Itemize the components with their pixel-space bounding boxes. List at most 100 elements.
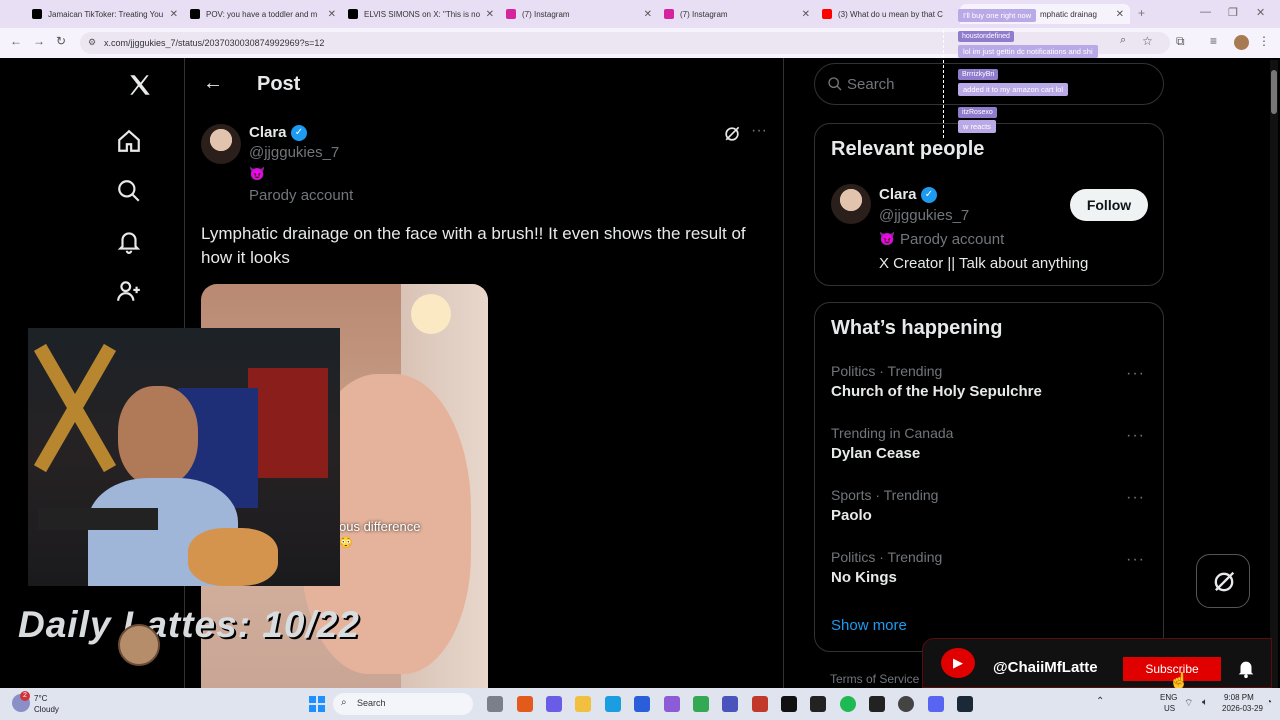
- windows-start-icon[interactable]: [309, 696, 325, 712]
- bookmark-star-icon[interactable]: ☆: [1142, 34, 1153, 48]
- clock-time[interactable]: 9:08 PM: [1224, 693, 1254, 702]
- browser-tab[interactable]: (3) What do u mean by that C: [816, 4, 956, 24]
- lamp-shape: [411, 294, 451, 334]
- trend-item[interactable]: Trending in Canada Dylan Cease: [831, 425, 1151, 462]
- app-icon[interactable]: [664, 696, 680, 712]
- card-title: Relevant people: [831, 138, 985, 160]
- browser-tab[interactable]: ELVIS SIMONS on X: "This is no ✕: [342, 4, 500, 24]
- steam-icon[interactable]: [957, 696, 973, 712]
- latte-logo-icon: [118, 624, 160, 666]
- discord-icon[interactable]: [928, 696, 944, 712]
- brave-icon[interactable]: [517, 696, 533, 712]
- zoom-icon[interactable]: ⌕: [1120, 34, 1126, 47]
- edge-icon[interactable]: [605, 696, 621, 712]
- close-icon[interactable]: ✕: [328, 9, 336, 20]
- home-icon[interactable]: [116, 128, 142, 154]
- app-icon[interactable]: [752, 696, 768, 712]
- browser-tab[interactable]: Jamaican TikToker: Treating You ✕: [26, 4, 184, 24]
- person-bio: X Creator || Talk about anything: [879, 255, 1089, 272]
- scrollbar-thumb[interactable]: [1271, 70, 1277, 114]
- notifications-icon[interactable]: [116, 228, 142, 254]
- grok-floating-button[interactable]: [1196, 554, 1250, 608]
- language-top[interactable]: ENG: [1160, 693, 1177, 702]
- chrome-icon[interactable]: [693, 696, 709, 712]
- more-options-icon[interactable]: ···: [1126, 489, 1145, 507]
- new-tab-button[interactable]: +: [1138, 6, 1145, 20]
- menu-lines-icon[interactable]: ≡: [1210, 34, 1217, 48]
- close-icon[interactable]: ✕: [486, 9, 494, 20]
- bell-icon[interactable]: [1235, 657, 1257, 679]
- chevron-up-icon[interactable]: ⌃: [1096, 696, 1104, 707]
- terms-link[interactable]: Terms of Service: [830, 672, 919, 686]
- clock-date[interactable]: 2026-03-29: [1222, 704, 1263, 713]
- avatar[interactable]: [201, 124, 241, 164]
- profile-avatar[interactable]: [1234, 35, 1249, 50]
- chat-message: added it to my amazon cart lol: [958, 83, 1069, 96]
- app-icon[interactable]: [869, 696, 885, 712]
- more-options-icon[interactable]: ···: [1126, 427, 1145, 445]
- wifi-icon[interactable]: ⌔: [1184, 697, 1193, 710]
- follow-button[interactable]: Follow: [1070, 189, 1148, 221]
- x-logo-icon[interactable]: [127, 72, 153, 98]
- verified-icon: ✓: [291, 125, 307, 141]
- copilot-icon[interactable]: [546, 696, 562, 712]
- post-text: Lymphatic drainage on the face with a br…: [201, 224, 746, 267]
- x-icon: [348, 9, 358, 19]
- maximize-button[interactable]: ❐: [1228, 6, 1238, 19]
- browser-tab[interactable]: (7) Instagram ✕: [658, 4, 816, 24]
- volume-icon[interactable]: 🔈︎: [1202, 697, 1208, 708]
- vscode-icon[interactable]: [634, 696, 650, 712]
- browser-tab[interactable]: POV: you have a toddler and m ✕: [184, 4, 342, 24]
- site-info-icon[interactable]: ⚙: [88, 37, 96, 48]
- back-arrow-icon[interactable]: ←: [203, 72, 223, 95]
- forward-icon[interactable]: →: [33, 34, 45, 48]
- more-options-icon[interactable]: ···: [751, 122, 767, 140]
- author-name[interactable]: Clara: [249, 124, 287, 141]
- minimize-button[interactable]: —: [1200, 6, 1211, 18]
- follow-icon[interactable]: [116, 278, 142, 304]
- reload-icon[interactable]: ↻: [56, 34, 66, 48]
- more-options-icon[interactable]: ···: [1126, 551, 1145, 569]
- browser-tab[interactable]: (7) Instagram ✕: [500, 4, 658, 24]
- obs-icon[interactable]: [898, 696, 914, 712]
- trend-item[interactable]: Politics · Trending Church of the Holy S…: [831, 363, 1151, 400]
- more-vertical-icon[interactable]: ⋮: [1258, 34, 1270, 48]
- grok-icon[interactable]: [722, 124, 742, 144]
- language-bottom[interactable]: US: [1164, 704, 1175, 713]
- avatar[interactable]: [831, 184, 871, 224]
- extensions-icon[interactable]: ⧉: [1176, 34, 1185, 49]
- close-icon[interactable]: ✕: [1116, 9, 1124, 20]
- search-icon[interactable]: [116, 178, 142, 204]
- scrollbar[interactable]: [1270, 60, 1278, 688]
- back-icon[interactable]: ←: [10, 34, 22, 48]
- trend-name: No Kings: [831, 569, 897, 586]
- show-more-link[interactable]: Show more: [831, 617, 907, 634]
- person-name[interactable]: Clara: [879, 186, 917, 203]
- task-view-icon[interactable]: [487, 696, 503, 712]
- teams-icon[interactable]: [722, 696, 738, 712]
- tab-title: (7) Instagram: [680, 9, 728, 19]
- capcut-icon[interactable]: [810, 696, 826, 712]
- tiktok-icon[interactable]: [781, 696, 797, 712]
- taskbar: 2 7°C Cloudy ⌕ Search ⌃ ENG US ⌔ 🔈︎ 9:08…: [0, 688, 1280, 720]
- file-explorer-icon[interactable]: [575, 696, 591, 712]
- youtube-icon: [822, 9, 832, 19]
- notification-icon[interactable]: ◔: [1266, 697, 1272, 708]
- taskbar-search[interactable]: ⌕ Search: [333, 693, 473, 715]
- close-icon[interactable]: ✕: [644, 9, 652, 20]
- trend-category: Trending in Canada: [831, 425, 954, 441]
- parody-label: Parody account: [900, 231, 1005, 248]
- whats-happening-card: What’s happening Politics · Trending Chu…: [814, 302, 1164, 652]
- trend-name: Church of the Holy Sepulchre: [831, 383, 1042, 400]
- instagram-icon: [664, 9, 674, 19]
- close-window-button[interactable]: ✕: [1256, 6, 1265, 19]
- trend-item[interactable]: Sports · Trending Paolo: [831, 487, 1151, 524]
- more-options-icon[interactable]: ···: [1126, 365, 1145, 383]
- close-icon[interactable]: ✕: [802, 9, 810, 20]
- trend-item[interactable]: Politics · Trending No Kings: [831, 549, 1151, 586]
- verified-icon: ✓: [921, 187, 937, 203]
- spotify-icon[interactable]: [840, 696, 856, 712]
- close-icon[interactable]: ✕: [170, 9, 178, 20]
- person-handle[interactable]: @jjggukies_7: [879, 207, 969, 224]
- author-handle[interactable]: @jjggukies_7: [249, 144, 339, 161]
